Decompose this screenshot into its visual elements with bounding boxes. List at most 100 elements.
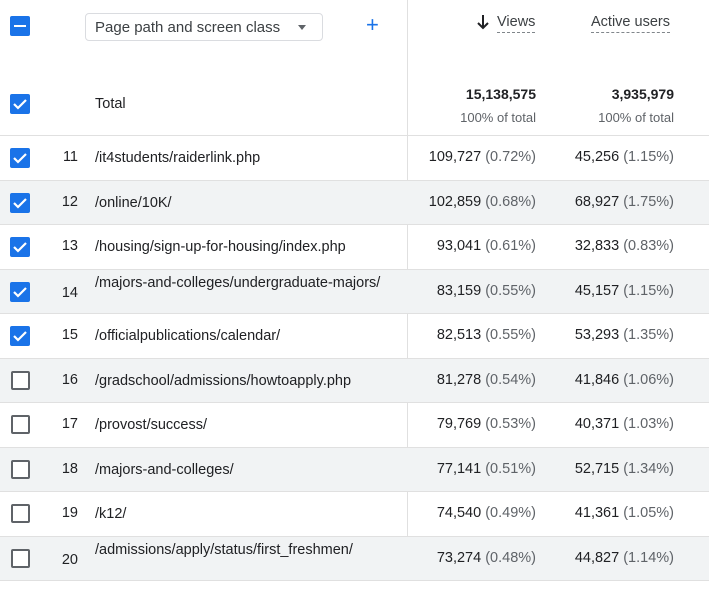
views-cell: 83,159 (0.55%) — [437, 283, 536, 299]
row-checkbox[interactable] — [11, 548, 30, 568]
table-header: Page path and screen class + Views Activ… — [0, 0, 709, 48]
page-path: /majors-and-colleges/ — [95, 461, 234, 478]
users-value: 52,715 — [574, 460, 620, 477]
check-icon — [13, 286, 27, 298]
views-percent: (0.61%) — [485, 238, 536, 254]
row-index: 16 — [61, 371, 78, 388]
check-icon — [13, 153, 27, 164]
row-checkbox[interactable] — [11, 415, 30, 434]
total-users-share: 100% of total — [598, 110, 674, 125]
page-path: /provost/success/ — [95, 417, 208, 433]
users-cell: 41,846 (1.06%) — [575, 372, 674, 388]
views-percent: (0.48%) — [485, 549, 536, 566]
views-percent: (0.54%) — [485, 371, 536, 388]
views-cell: 74,540 (0.49%) — [437, 505, 536, 521]
row-index: 12 — [61, 193, 78, 210]
users-cell: 53,293 (1.35%) — [575, 327, 674, 343]
row-checkbox[interactable] — [10, 192, 30, 213]
views-percent: (0.53%) — [485, 416, 536, 432]
views-cell: 73,274 (0.48%) — [437, 550, 536, 566]
views-value: 83,159 — [436, 282, 482, 299]
table-row[interactable]: 11 /it4students/raiderlink.php 109,727 (… — [0, 136, 709, 181]
plus-icon[interactable]: + — [366, 12, 379, 38]
row-checkbox[interactable] — [10, 237, 30, 257]
page-path: /k12/ — [95, 506, 127, 522]
table-row[interactable]: 13 /housing/sign-up-for-housing/index.ph… — [0, 225, 709, 270]
page-path: /admissions/apply/status/first_freshmen/ — [95, 541, 353, 558]
users-cell: 40,371 (1.03%) — [575, 416, 674, 432]
views-value: 81,278 — [436, 371, 482, 388]
users-percent: (1.15%) — [623, 149, 674, 165]
users-percent: (0.83%) — [623, 238, 674, 254]
users-value: 41,846 — [574, 371, 620, 388]
row-checkbox[interactable] — [10, 326, 30, 346]
row-checkbox[interactable] — [10, 281, 30, 302]
views-value: 93,041 — [436, 238, 482, 254]
users-percent: (1.03%) — [623, 416, 674, 432]
total-row: Total 15,138,575 100% of total 3,935,979… — [0, 70, 709, 136]
page-path: /it4students/raiderlink.php — [95, 150, 261, 166]
row-index: 13 — [61, 238, 78, 254]
views-value: 102,859 — [428, 193, 482, 210]
views-percent: (0.49%) — [485, 505, 536, 521]
page-path: /housing/sign-up-for-housing/index.php — [95, 239, 346, 255]
total-views-share: 100% of total — [460, 110, 536, 125]
total-views: 15,138,575 — [465, 86, 536, 102]
row-index: 11 — [62, 149, 78, 165]
row-checkbox[interactable] — [10, 148, 30, 168]
users-percent: (1.35%) — [623, 327, 674, 343]
users-value: 45,157 — [574, 282, 620, 299]
row-index: 14 — [61, 284, 78, 301]
users-value: 53,293 — [574, 327, 620, 343]
users-percent: (1.75%) — [623, 193, 674, 210]
minus-icon — [14, 25, 26, 27]
table-row[interactable]: 20 /admissions/apply/status/first_freshm… — [0, 536, 709, 581]
views-value: 74,540 — [436, 505, 482, 521]
views-cell: 79,769 (0.53%) — [437, 416, 536, 432]
check-icon — [13, 197, 27, 209]
views-cell: 81,278 (0.54%) — [437, 372, 536, 388]
users-percent: (1.34%) — [623, 460, 674, 477]
column-header-active-users[interactable]: Active users — [591, 14, 670, 33]
users-value: 44,827 — [574, 549, 620, 566]
users-value: 45,256 — [574, 149, 620, 165]
row-index: 18 — [61, 460, 78, 477]
row-checkbox[interactable] — [11, 370, 30, 390]
views-value: 77,141 — [436, 460, 482, 477]
views-cell: 82,513 (0.55%) — [437, 327, 536, 343]
row-index: 17 — [61, 416, 78, 432]
total-checkbox[interactable] — [10, 94, 30, 114]
column-header-views[interactable]: Views — [497, 14, 536, 33]
users-value: 41,361 — [574, 505, 620, 521]
total-label: Total — [95, 96, 126, 112]
report-table: Page path and screen class + Views Activ… — [0, 0, 709, 581]
users-cell: 44,827 (1.14%) — [575, 550, 674, 566]
check-icon — [13, 99, 27, 110]
table-row[interactable]: 18 /majors-and-colleges/ 77,141 (0.51%) … — [0, 447, 709, 492]
dimension-dropdown-label: Page path and screen class — [95, 19, 281, 36]
table-row[interactable]: 17 /provost/success/ 79,769 (0.53%) 40,3… — [0, 403, 709, 448]
table-row[interactable]: 14 /majors-and-colleges/undergraduate-ma… — [0, 269, 709, 314]
table-row[interactable]: 16 /gradschool/admissions/howtoapply.php… — [0, 358, 709, 403]
table-row[interactable]: 19 /k12/ 74,540 (0.49%) 41,361 (1.05%) — [0, 492, 709, 537]
check-icon — [13, 242, 27, 253]
page-path: /officialpublications/calendar/ — [95, 328, 281, 344]
select-all-checkbox[interactable] — [10, 16, 30, 36]
dimension-dropdown[interactable]: Page path and screen class — [85, 13, 323, 41]
table-row[interactable]: 12 /online/10K/ 102,859 (0.68%) 68,927 (… — [0, 180, 709, 225]
users-percent: (1.14%) — [623, 549, 674, 566]
views-percent: (0.68%) — [485, 193, 536, 210]
users-cell: 32,833 (0.83%) — [575, 238, 674, 254]
users-cell: 45,157 (1.15%) — [575, 283, 674, 299]
row-checkbox[interactable] — [11, 504, 30, 523]
views-value: 82,513 — [436, 327, 482, 343]
views-percent: (0.51%) — [485, 460, 536, 477]
page-path: /gradschool/admissions/howtoapply.php — [95, 372, 352, 389]
row-index: 15 — [61, 327, 78, 343]
table-row[interactable]: 15 /officialpublications/calendar/ 82,51… — [0, 314, 709, 359]
views-cell: 109,727 (0.72%) — [429, 149, 536, 165]
users-value: 32,833 — [574, 238, 620, 254]
row-checkbox[interactable] — [11, 459, 30, 479]
users-cell: 41,361 (1.05%) — [575, 505, 674, 521]
arrow-down-icon[interactable] — [476, 14, 490, 30]
